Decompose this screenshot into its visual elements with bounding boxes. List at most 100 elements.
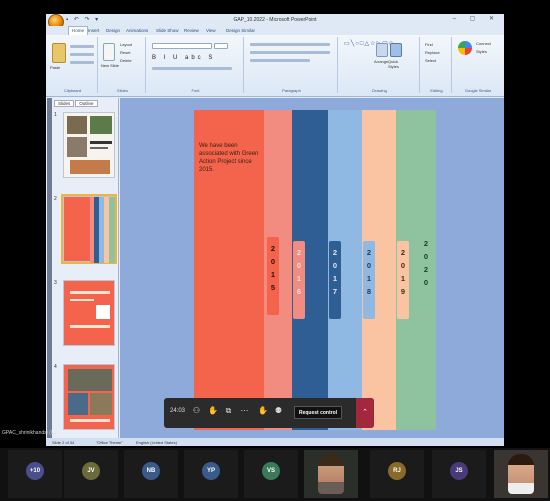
group-paragraph: Paragraph bbox=[246, 37, 338, 93]
share-screen-icon[interactable]: ⧉ bbox=[224, 406, 233, 416]
tab-slides[interactable]: Slides bbox=[54, 100, 75, 107]
top-band bbox=[0, 0, 550, 12]
thumb-logo bbox=[96, 305, 110, 319]
cut-button[interactable] bbox=[70, 45, 94, 48]
thumb-photo bbox=[90, 393, 112, 415]
participant-tile-jv[interactable]: JV bbox=[64, 450, 118, 498]
copy-button[interactable] bbox=[70, 53, 94, 56]
reset-button[interactable]: Reset bbox=[120, 50, 130, 55]
new-slide-icon[interactable] bbox=[103, 43, 115, 61]
year-digit: 0 bbox=[296, 261, 302, 270]
year-digit: 0 bbox=[332, 261, 338, 270]
google-icon[interactable] bbox=[458, 41, 472, 55]
quick-access-toolbar[interactable]: ▪ ↶ ↷ ▾ bbox=[66, 16, 100, 23]
year-digit: 2 bbox=[332, 248, 338, 257]
font-name-select[interactable] bbox=[152, 43, 212, 49]
tab-review[interactable]: Review bbox=[184, 28, 199, 33]
avatar: JS bbox=[450, 462, 468, 480]
slide-thumbnail-1[interactable] bbox=[63, 112, 115, 178]
slide-thumbnail-panel: Slides Outline 1 2 3 4 bbox=[46, 98, 119, 438]
tab-outline[interactable]: Outline bbox=[75, 100, 98, 107]
arrange-button[interactable]: Arrange bbox=[374, 59, 388, 64]
year-digit: 6 bbox=[296, 287, 302, 296]
group-slides: New Slide Layout Reset Delete Slides bbox=[100, 37, 146, 93]
participant-tile-nb[interactable]: NB bbox=[124, 450, 178, 498]
font-format-buttons[interactable]: B I U abc S bbox=[152, 55, 215, 61]
new-slide-button[interactable]: New Slide bbox=[101, 63, 119, 68]
participant-tile-yp[interactable]: YP bbox=[184, 450, 238, 498]
slide-thumbnail-2[interactable] bbox=[61, 194, 117, 264]
participant-tile-vs[interactable]: VS bbox=[244, 450, 298, 498]
hand-icon[interactable]: ✋ bbox=[208, 406, 218, 416]
avatar: YP bbox=[202, 462, 220, 480]
avatar: VS bbox=[262, 462, 280, 480]
tab-slide-show[interactable]: Slide Show bbox=[156, 28, 179, 33]
connect-button[interactable]: Connect bbox=[476, 41, 491, 46]
slide-editing-area: We have been associated with Green Actio… bbox=[120, 98, 504, 438]
year-digit: 0 bbox=[423, 252, 429, 261]
people-icon[interactable]: ⚉ bbox=[274, 406, 283, 416]
chevron-up-icon[interactable]: ⌃ bbox=[356, 398, 374, 428]
participant-tile-video-2[interactable] bbox=[494, 450, 548, 498]
replace-button[interactable]: Replace bbox=[425, 50, 440, 55]
font-size-select[interactable] bbox=[214, 43, 228, 49]
delete-button[interactable]: Delete bbox=[120, 58, 132, 63]
participant-tile-rj[interactable]: RJ bbox=[370, 450, 424, 498]
thumb-number-1: 1 bbox=[54, 112, 57, 118]
paste-button[interactable]: Paste bbox=[50, 65, 60, 70]
tab-view[interactable]: View bbox=[206, 28, 216, 33]
year-digit: 7 bbox=[332, 287, 338, 296]
find-button[interactable]: Find bbox=[425, 42, 433, 47]
year-tab-2019: 2019 bbox=[397, 241, 409, 319]
arrange-icon[interactable] bbox=[376, 43, 388, 57]
paragraph-list-row[interactable] bbox=[250, 43, 330, 46]
vertical-label-bar bbox=[47, 98, 52, 438]
group-clipboard: Paste Clipboard bbox=[48, 37, 98, 93]
tab-design[interactable]: Design bbox=[106, 28, 120, 33]
title-bar: GAP_10.2022 - Microsoft PowerPoint ▪ ↶ ↷… bbox=[46, 14, 504, 26]
year-digit: 9 bbox=[400, 287, 406, 296]
tab-home[interactable]: Home bbox=[68, 26, 89, 35]
year-digit: 0 bbox=[366, 261, 372, 270]
quick-styles-icon[interactable] bbox=[390, 43, 402, 57]
year-digit: 2 bbox=[366, 248, 372, 257]
year-tab-2017: 2017 bbox=[329, 241, 341, 319]
paragraph-direction-row[interactable] bbox=[250, 59, 310, 62]
slide-thumbnail-4[interactable] bbox=[63, 364, 115, 430]
participant-tile-more[interactable]: +10 bbox=[8, 450, 62, 498]
group-label-editing: Editing bbox=[430, 88, 443, 93]
year-tab-2015: 2015 bbox=[267, 237, 279, 315]
font-color-row[interactable] bbox=[152, 67, 232, 70]
participants-icon[interactable]: ⚇ bbox=[192, 406, 201, 416]
request-control-button[interactable]: Request control bbox=[294, 406, 342, 419]
tab-animations[interactable]: Animations bbox=[126, 28, 148, 33]
slide-thumbnail-3[interactable] bbox=[63, 280, 115, 346]
styles-button[interactable]: Styles bbox=[476, 49, 487, 54]
layout-button[interactable]: Layout bbox=[120, 42, 132, 47]
tab-design-similar[interactable]: Design Similar bbox=[226, 28, 255, 33]
thumb-text bbox=[70, 291, 110, 294]
select-button[interactable]: Select bbox=[425, 58, 436, 63]
year-digit: 2 bbox=[423, 239, 429, 248]
quick-styles-button[interactable]: Quick Styles bbox=[388, 59, 406, 69]
format-painter-button[interactable] bbox=[70, 61, 94, 64]
window-controls[interactable]: – ▢ ✕ bbox=[453, 15, 500, 22]
shapes-gallery[interactable]: ▭╲○□△☆▷▢◇ bbox=[344, 41, 393, 48]
thumb-photo bbox=[68, 393, 88, 415]
raise-hand-icon[interactable]: ✋ bbox=[258, 406, 268, 416]
tab-insert[interactable]: Insert bbox=[88, 28, 99, 33]
paragraph-align-row[interactable] bbox=[250, 51, 330, 54]
thumb-number-3: 3 bbox=[54, 280, 57, 286]
year-digit: 1 bbox=[400, 274, 406, 283]
current-slide[interactable]: We have been associated with Green Actio… bbox=[194, 110, 436, 430]
year-digit: 2 bbox=[296, 248, 302, 257]
paste-icon[interactable] bbox=[52, 43, 66, 63]
group-editing: Find Replace Select Editing bbox=[422, 37, 452, 93]
group-google-similar: Connect Styles Google Similar bbox=[454, 37, 502, 93]
thumb-text bbox=[70, 299, 94, 301]
participant-tile-video[interactable] bbox=[304, 450, 358, 498]
year-digit: 1 bbox=[296, 274, 302, 283]
participant-video-feed bbox=[318, 454, 344, 494]
more-options-icon[interactable]: ⋯ bbox=[240, 406, 249, 416]
participant-tile-js[interactable]: JS bbox=[432, 450, 486, 498]
